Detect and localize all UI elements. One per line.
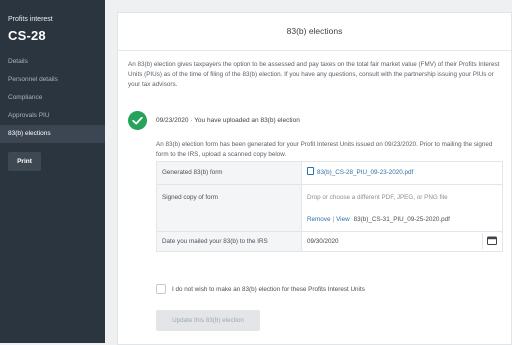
update-election-button[interactable]: Update this 83(b) election: [156, 310, 260, 331]
calendar-icon[interactable]: [482, 233, 501, 249]
sidebar-item-details[interactable]: Details: [0, 53, 105, 71]
sidebar-nav: Details Personnel details Compliance App…: [0, 53, 105, 143]
generated-file-link[interactable]: 83(b)_CS-28_PIU_09-23-2020.pdf: [317, 169, 413, 176]
check-icon: [128, 111, 147, 130]
print-button[interactable]: Print: [8, 152, 41, 171]
sidebar-item-approvals-piu[interactable]: Approvals PIU: [0, 107, 105, 125]
election-form-table: Generated 83(b) form 83(b)_CS-28_PIU_09-…: [156, 161, 503, 252]
generated-form-value: 83(b)_CS-28_PIU_09-23-2020.pdf: [302, 162, 502, 184]
sidebar-title: CS-28: [8, 28, 46, 43]
signed-copy-row: Signed copy of form Drop or choose a dif…: [157, 185, 502, 232]
separator: |: [332, 216, 335, 223]
no-election-label[interactable]: I do not wish to make an 83(b) election …: [172, 286, 365, 293]
file-drop-zone[interactable]: Drop or choose a different PDF, JPEG, or…: [307, 194, 448, 201]
sidebar-item-83b-elections[interactable]: 83(b) elections: [0, 125, 105, 143]
file-actions: Remove | View 83(b)_CS-31_PIU_09-25-2020.pd…: [307, 216, 450, 223]
page-title: 83(b) elections: [118, 13, 511, 51]
no-election-row: I do not wish to make an 83(b) election …: [156, 283, 365, 295]
date-mailed-label: Date you mailed your 83(b) to the IRS: [157, 232, 302, 251]
elections-card: 83(b) elections An 83(b) election gives …: [117, 12, 512, 345]
date-mailed-row: Date you mailed your 83(b) to the IRS: [157, 232, 502, 251]
view-link[interactable]: View: [336, 216, 350, 223]
generated-form-row: Generated 83(b) form 83(b)_CS-28_PIU_09-…: [157, 162, 502, 185]
generated-form-notice: An 83(b) election form has been generate…: [156, 141, 493, 158]
sidebar: Profits interest CS-28 Details Personnel…: [0, 0, 105, 343]
sidebar-item-compliance[interactable]: Compliance: [0, 89, 105, 107]
sidebar-item-personnel-details[interactable]: Personnel details: [0, 71, 105, 89]
upload-status: 09/23/2020 · You have uploaded an 83(b) …: [156, 117, 300, 124]
date-mailed-input[interactable]: [303, 233, 501, 250]
intro-text: An 83(b) election gives taxpayers the op…: [128, 61, 500, 88]
remove-link[interactable]: Remove: [307, 216, 330, 223]
signed-copy-label: Signed copy of form: [157, 185, 302, 231]
date-mailed-value: [302, 232, 502, 251]
no-election-checkbox[interactable]: [156, 284, 166, 294]
generated-form-label: Generated 83(b) form: [157, 162, 302, 184]
uploaded-file-name: 83(b)_CS-31_PIU_09-25-2020.pdf: [353, 216, 450, 223]
sidebar-kicker: Profits interest: [8, 16, 53, 23]
file-icon: [307, 167, 314, 175]
signed-copy-value: Drop or choose a different PDF, JPEG, or…: [302, 185, 502, 231]
